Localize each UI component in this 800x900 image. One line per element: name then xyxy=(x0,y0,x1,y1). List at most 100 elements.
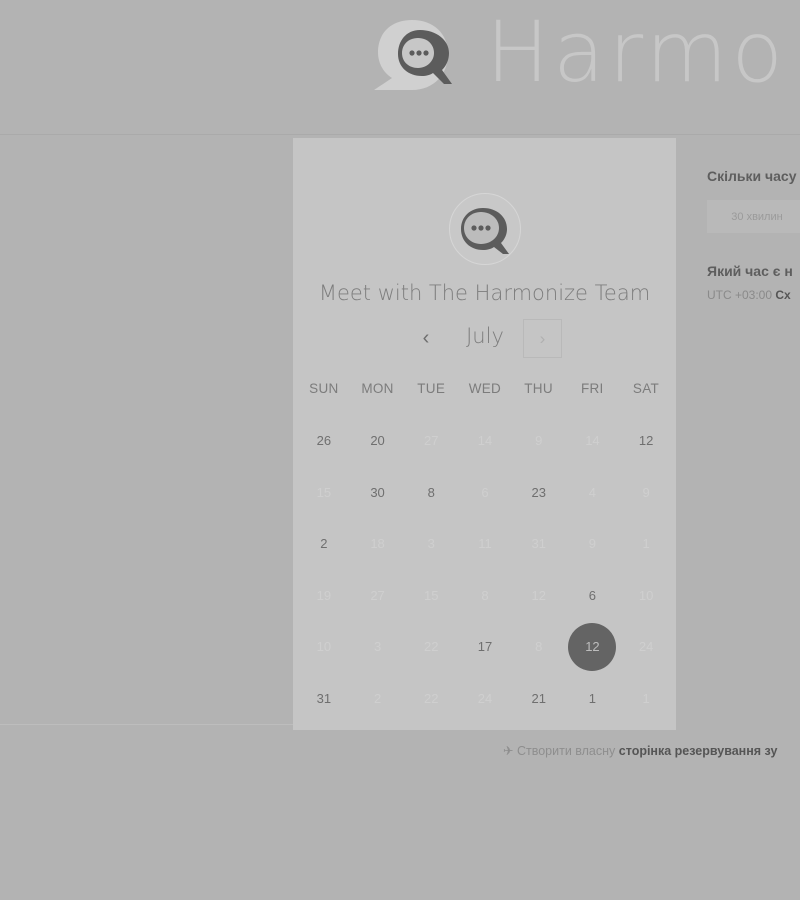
footer-link[interactable]: сторінка резервування зу xyxy=(619,744,778,758)
day-number: 24 xyxy=(638,639,654,655)
booking-calendar-panel: Meet with The Harmonize Team ‹ July › SU… xyxy=(293,138,676,730)
chat-bubble-icon xyxy=(461,208,509,254)
day-cell: 31 xyxy=(512,518,566,570)
day-cell: 22 xyxy=(404,621,458,673)
timezone-name: Сх xyxy=(775,288,791,302)
day-number: 22 xyxy=(424,690,439,706)
day-number: 12 xyxy=(638,433,654,449)
day-number: 15 xyxy=(316,484,332,500)
day-number: 14 xyxy=(477,433,493,449)
timezone-offset: UTC +03:00 xyxy=(707,288,773,302)
day-cell: 22 xyxy=(404,673,458,725)
day-number: 19 xyxy=(316,587,332,603)
day-number: 27 xyxy=(424,433,439,449)
day-cell[interactable]: 21 xyxy=(512,673,566,725)
day-number: 21 xyxy=(531,690,546,706)
day-cell: 9 xyxy=(512,415,566,467)
footer-note: ✈ Створити власну сторінка резервування … xyxy=(503,743,777,758)
host-avatar xyxy=(449,193,521,265)
day-number: 9 xyxy=(535,433,543,449)
day-cell: 10 xyxy=(297,621,351,673)
day-cell: 4 xyxy=(566,467,620,519)
day-cell: 18 xyxy=(351,518,405,570)
chevron-left-icon: ‹ xyxy=(422,326,430,349)
day-number: 3 xyxy=(373,639,382,655)
day-cell: 11 xyxy=(458,518,512,570)
day-number: 10 xyxy=(638,587,654,603)
day-cell: 19 xyxy=(297,570,351,622)
month-navigation: ‹ July › xyxy=(293,318,676,358)
divider xyxy=(0,724,293,725)
day-cell[interactable]: 31 xyxy=(297,673,351,725)
weekday-label: THU xyxy=(524,381,553,396)
harmonize-logo-icon xyxy=(372,16,462,94)
day-cell[interactable]: 12 xyxy=(619,415,673,467)
day-cell[interactable]: 30 xyxy=(351,467,405,519)
day-number: 1 xyxy=(642,536,650,552)
day-cell: 24 xyxy=(619,621,673,673)
day-cell: 27 xyxy=(351,570,405,622)
prev-month-button[interactable]: ‹ xyxy=(411,318,441,358)
day-cell[interactable]: 20 xyxy=(351,415,405,467)
day-cell: 10 xyxy=(619,570,673,622)
day-cell: 8 xyxy=(512,621,566,673)
weekday-header: SUN MON TUE WED THU FRI SAT xyxy=(297,381,673,396)
time-question: Який час є н xyxy=(707,263,793,279)
day-cell[interactable]: 17 xyxy=(458,621,512,673)
day-cell: 12 xyxy=(512,570,566,622)
header: Harmo xyxy=(0,0,800,135)
day-cell: 3 xyxy=(404,518,458,570)
day-cell: 3 xyxy=(351,621,405,673)
day-number: 8 xyxy=(535,639,543,655)
month-label: July xyxy=(466,324,504,348)
selected-day-cell[interactable]: 12 xyxy=(566,621,620,673)
day-number: 26 xyxy=(316,433,332,449)
day-cell[interactable]: 23 xyxy=(512,467,566,519)
day-number: 6 xyxy=(481,484,489,500)
day-cell: 2 xyxy=(351,673,405,725)
footer-text: Створити власну xyxy=(516,744,616,758)
next-month-button[interactable]: › xyxy=(523,319,562,358)
day-number: 3 xyxy=(427,536,435,552)
weekday-label: WED xyxy=(468,381,502,396)
day-cell[interactable]: 26 xyxy=(297,415,351,467)
day-number: 8 xyxy=(427,484,435,500)
chevron-right-icon: › xyxy=(539,328,546,348)
day-cell[interactable]: 1 xyxy=(566,673,620,725)
weekday-label: FRI xyxy=(580,381,604,396)
day-number: 2 xyxy=(320,536,328,552)
weekday-label: MON xyxy=(361,381,394,396)
timezone-selector[interactable]: UTC +03:00 Сх xyxy=(707,288,791,302)
day-number: 30 xyxy=(370,484,385,500)
day-number: 12 xyxy=(585,639,600,655)
day-number: 31 xyxy=(531,536,546,552)
day-number: 18 xyxy=(370,536,385,552)
weekday-label: SAT xyxy=(632,381,660,396)
day-number: 9 xyxy=(642,484,650,500)
day-cell: 14 xyxy=(458,415,512,467)
duration-question: Скільки часу xyxy=(707,168,797,184)
day-cell: 8 xyxy=(458,570,512,622)
day-cell[interactable]: 2 xyxy=(297,518,351,570)
day-number: 14 xyxy=(585,433,600,449)
day-cell: 27 xyxy=(404,415,458,467)
day-number: 23 xyxy=(531,484,546,500)
day-cell[interactable]: 6 xyxy=(566,570,620,622)
day-number: 9 xyxy=(588,536,597,552)
weekday-label: SUN xyxy=(309,381,339,396)
day-cell: 9 xyxy=(566,518,620,570)
day-cell: 24 xyxy=(458,673,512,725)
day-number: 17 xyxy=(477,639,493,655)
day-number: 4 xyxy=(588,484,597,500)
day-cell[interactable]: 8 xyxy=(404,467,458,519)
day-cell: 6 xyxy=(458,467,512,519)
day-number: 8 xyxy=(481,587,489,603)
day-number: 11 xyxy=(478,536,492,552)
day-number: 10 xyxy=(316,639,332,655)
day-cell: 1 xyxy=(619,518,673,570)
weekday-label: TUE xyxy=(417,381,446,396)
day-number: 1 xyxy=(588,690,597,706)
duration-option-button[interactable]: 30 хвилин xyxy=(707,200,800,233)
day-cell: 14 xyxy=(566,415,620,467)
day-number: 6 xyxy=(588,587,597,603)
